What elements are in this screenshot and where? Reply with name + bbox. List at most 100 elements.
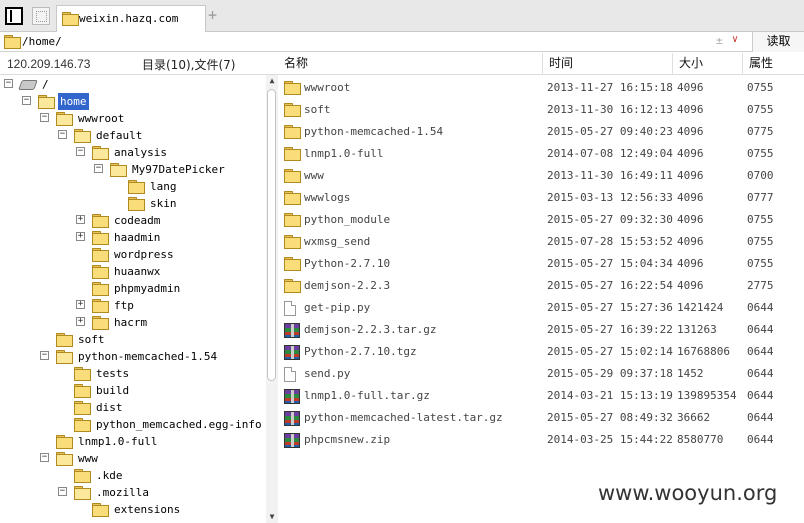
file-size: 16768806 [677, 345, 730, 358]
file-name: python-memcached-latest.tar.gz [304, 411, 503, 424]
collapse-icon[interactable]: − [40, 113, 49, 122]
tab-title: weixin.hazq.com [79, 12, 179, 25]
file-row[interactable]: Python-2.7.10.tgz 2015-05-27 15:02:14 1676… [278, 341, 804, 363]
file-mode: 0644 [747, 345, 774, 358]
tree-item-label: python-memcached-1.54 [78, 350, 218, 363]
layout-toggle-icon[interactable] [32, 7, 50, 25]
file-name: demjson-2.2.3 [304, 279, 391, 292]
file-mode: 0644 [747, 389, 774, 402]
folder-icon [128, 180, 145, 194]
file-name: wwwlogs [304, 191, 351, 204]
file-row[interactable]: wxmsg_send 2015-07-28 15:53:52 4096 0755 [278, 231, 804, 253]
file-row[interactable]: Python-2.7.10 2015-05-27 15:04:34 4096 0755 [278, 253, 804, 275]
file-size: 139895354 [677, 389, 737, 402]
file-mode: 0755 [747, 147, 774, 160]
tree-item-label: build [96, 384, 130, 397]
file-row[interactable]: wwwroot 2013-11-27 16:15:18 4096 0755 [278, 77, 804, 99]
add-tab-button[interactable]: + [208, 7, 217, 23]
file-row[interactable]: demjson-2.2.3 2015-05-27 16:22:54 4096 2775 [278, 275, 804, 297]
collapse-icon[interactable]: − [76, 147, 85, 156]
file-row[interactable]: www 2013-11-30 16:49:11 4096 0700 [278, 165, 804, 187]
file-mode: 0775 [747, 125, 774, 138]
tree-item-label: home [58, 93, 89, 110]
column-size[interactable]: 大小 [672, 53, 742, 75]
file-row[interactable]: python_module 2015-05-27 09:32:30 4096 0755 [278, 209, 804, 231]
path-history-button[interactable]: ± [716, 34, 723, 47]
file-row[interactable]: phpcmsnew.zip 2014-03-25 15:44:22 8580770 0… [278, 429, 804, 451]
tab-current[interactable]: weixin.hazq.com [56, 5, 206, 32]
collapse-icon[interactable]: − [94, 164, 103, 173]
file-row[interactable]: soft 2013-11-30 16:12:13 4096 0755 [278, 99, 804, 121]
folder-open-icon [56, 350, 73, 364]
file-row[interactable]: send.py 2015-05-29 09:37:18 1452 0644 [278, 363, 804, 385]
scroll-up-icon[interactable]: ▲ [266, 75, 278, 87]
tree-item-label: default [96, 129, 143, 142]
file-name: python-memcached-1.54 [304, 125, 444, 138]
collapse-icon[interactable]: − [22, 96, 31, 105]
folder-icon [284, 147, 301, 161]
collapse-icon[interactable]: − [4, 79, 13, 88]
read-button[interactable]: 读取 [752, 32, 804, 52]
file-name: wwwroot [304, 81, 351, 94]
column-time[interactable]: 时间 [542, 53, 672, 75]
chevron-down-icon[interactable]: ∨ [732, 34, 738, 45]
file-mode: 0755 [747, 213, 774, 226]
scrollbar-thumb[interactable] [267, 89, 276, 381]
file-name: python_module [304, 213, 391, 226]
expand-icon[interactable]: + [76, 317, 85, 326]
file-size: 4096 [677, 257, 704, 270]
folder-icon [74, 401, 91, 415]
file-size: 4096 [677, 103, 704, 116]
file-time: 2015-05-27 15:27:36 [547, 301, 673, 314]
folder-icon [284, 103, 301, 117]
file-row[interactable]: get-pip.py 2015-05-27 15:27:36 1421424 0644 [278, 297, 804, 319]
file-time: 2014-03-25 15:44:22 [547, 433, 673, 446]
folder-icon [92, 265, 109, 279]
file-mode: 0700 [747, 169, 774, 182]
sidebar-toggle-icon[interactable] [5, 7, 23, 25]
folder-icon [128, 197, 145, 211]
folder-open-icon [56, 452, 73, 466]
column-mode[interactable]: 属性 [742, 53, 804, 75]
file-name: send.py [304, 367, 351, 380]
collapse-icon[interactable]: − [58, 487, 67, 496]
folder-open-icon [74, 129, 91, 143]
folder-icon [92, 282, 109, 296]
folder-icon [284, 279, 301, 293]
file-row[interactable]: python-memcached-1.54 2015-05-27 09:40:23… [278, 121, 804, 143]
file-size: 4096 [677, 125, 704, 138]
tree-item-label: lang [150, 180, 177, 193]
expand-icon[interactable]: + [76, 215, 85, 224]
tree-item-label: www [78, 452, 98, 465]
collapse-icon[interactable]: − [40, 453, 49, 462]
file-row[interactable]: demjson-2.2.3.tar.gz 2015-05-27 16:39:22 1… [278, 319, 804, 341]
file-row[interactable]: lnmp1.0-full.tar.gz 2014-03-21 15:13:19 13… [278, 385, 804, 407]
tree-scrollbar[interactable]: ▲ ▼ [266, 75, 278, 523]
file-list: wwwroot 2013-11-27 16:15:18 4096 0755 soft 20… [278, 77, 804, 523]
collapse-icon[interactable]: − [58, 130, 67, 139]
file-time: 2015-07-28 15:53:52 [547, 235, 673, 248]
collapse-icon[interactable]: − [40, 351, 49, 360]
tree-item-label: hacrm [114, 316, 148, 329]
file-size: 4096 [677, 191, 704, 204]
folder-icon [74, 469, 91, 483]
file-mode: 2775 [747, 279, 774, 292]
path-input[interactable]: /home/ [22, 35, 62, 48]
file-size: 1421424 [677, 301, 724, 314]
file-name: soft [304, 103, 331, 116]
folder-icon [74, 367, 91, 381]
file-row[interactable]: python-memcached-latest.tar.gz 2015-05-27… [278, 407, 804, 429]
file-row[interactable]: wwwlogs 2015-03-13 12:56:33 4096 0777 [278, 187, 804, 209]
folder-icon [284, 125, 301, 139]
archive-icon [284, 389, 300, 404]
expand-icon[interactable]: + [76, 300, 85, 309]
file-row[interactable]: lnmp1.0-full 2014-07-08 12:49:04 4096 0755 [278, 143, 804, 165]
tree-item-label: .kde [96, 469, 123, 482]
server-ip: 120.209.146.73 [7, 57, 91, 71]
column-name[interactable]: 名称 [278, 53, 542, 75]
expand-icon[interactable]: + [76, 232, 85, 241]
file-time: 2015-05-27 15:04:34 [547, 257, 673, 270]
archive-icon [284, 411, 300, 426]
tree-item-label: .mozilla [96, 486, 149, 499]
scroll-down-icon[interactable]: ▼ [266, 511, 278, 523]
